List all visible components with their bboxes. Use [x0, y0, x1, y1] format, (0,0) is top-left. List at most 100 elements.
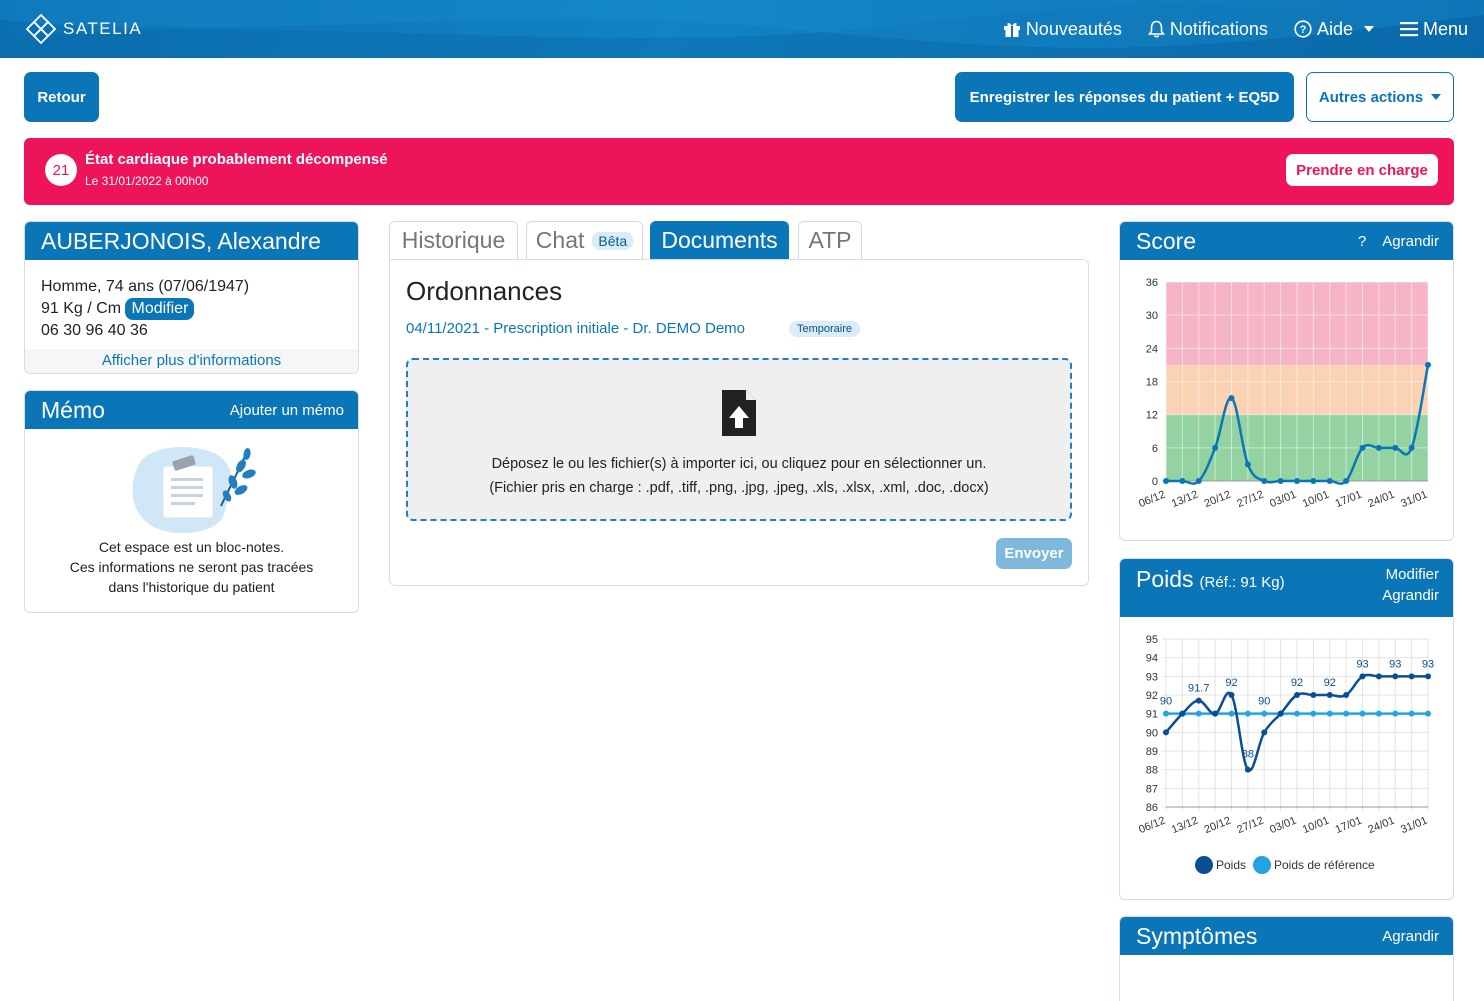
weight-title: Poids — [1136, 566, 1194, 592]
x-tick-label: 13/12 — [1170, 815, 1200, 836]
y-tick-label: 86 — [1146, 802, 1158, 814]
reference-weight-point — [1244, 710, 1251, 717]
weight-point — [1408, 673, 1415, 680]
weight-point — [1310, 692, 1317, 698]
data-label: 93 — [1356, 658, 1368, 670]
data-label: 91.7 — [1188, 683, 1209, 695]
data-label: 90 — [1160, 696, 1172, 708]
memo-card-header: Mémo Ajouter un mémo — [25, 391, 358, 429]
dropzone-instructions: Déposez le ou les fichier(s) à importer … — [491, 456, 987, 472]
score-point — [1392, 444, 1399, 451]
score-point — [1326, 478, 1333, 484]
x-tick-label: 24/01 — [1366, 489, 1396, 510]
file-dropzone[interactable]: Déposez le ou les fichier(s) à importer … — [406, 358, 1072, 521]
menu-icon — [1399, 22, 1418, 37]
data-label: 93 — [1389, 658, 1401, 670]
patient-identity: Homme, 74 ans (07/06/1947) — [41, 278, 250, 295]
x-tick-label: 06/12 — [1137, 815, 1167, 836]
back-button[interactable]: Retour — [24, 72, 99, 122]
modify-measures-button[interactable]: Modifier — [125, 298, 195, 320]
documents-panel: Ordonnances 04/11/2021 - Prescription in… — [389, 259, 1089, 586]
dropzone-file-types: (Fichier pris en charge : .pdf, .tiff, .… — [489, 480, 989, 496]
take-charge-button[interactable]: Prendre en charge — [1286, 154, 1438, 186]
score-card: Score ? Agrandir 0 6 12 18 24 30 36 06/12 13/12 2… — [1119, 221, 1454, 541]
x-tick-label: 20/12 — [1203, 489, 1233, 510]
patient-weight-height: 91 Kg / Cm — [41, 300, 122, 317]
satelia-logo-icon — [25, 13, 57, 45]
weight-point — [1163, 729, 1169, 736]
y-tick-label: 18 — [1146, 377, 1158, 389]
show-more-info-link[interactable]: Afficher plus d'informations — [25, 349, 358, 373]
nav-nouveautes[interactable]: Nouveautés — [1003, 19, 1122, 40]
gift-icon — [1003, 22, 1020, 37]
weight-expand-button[interactable]: Agrandir — [1382, 587, 1439, 604]
documents-title: Ordonnances — [406, 276, 563, 306]
y-tick-label: 95 — [1146, 634, 1158, 646]
brand-name: SATELIA — [63, 19, 143, 38]
file-upload-icon — [722, 390, 756, 436]
chevron-down-icon — [1431, 94, 1442, 100]
weight-modify-button[interactable]: Modifier — [1386, 566, 1439, 583]
weight-point — [1228, 692, 1235, 698]
tab-atp[interactable]: ATP — [798, 221, 862, 259]
temporary-badge: Temporaire — [789, 321, 861, 337]
symptoms-expand-button[interactable]: Agrandir — [1382, 928, 1439, 945]
bell-icon — [1147, 20, 1165, 38]
memo-text-line: Ces informations ne seront pas tracées — [69, 559, 314, 575]
score-chart: 0 6 12 18 24 30 36 06/12 13/12 20/12 27/12 03/01 10/… — [1137, 277, 1431, 510]
add-memo-button[interactable]: Ajouter un mémo — [230, 402, 344, 419]
weight-point — [1392, 673, 1399, 680]
nav-menu[interactable]: Menu — [1399, 19, 1468, 40]
brand-logo[interactable]: SATELIA — [24, 12, 142, 46]
weight-card: Poids (Réf.: 91 Kg) Modifier Agrandir 86… — [1119, 558, 1454, 900]
score-help-button[interactable]: ? — [1358, 233, 1366, 250]
y-tick-label: 36 — [1146, 277, 1158, 289]
score-expand-button[interactable]: Agrandir — [1382, 233, 1439, 250]
score-point — [1163, 478, 1169, 484]
score-point — [1244, 461, 1251, 468]
tab-historique[interactable]: Historique — [389, 221, 518, 259]
weight-point — [1277, 710, 1284, 717]
weight-reference: (Réf.: 91 Kg) — [1199, 574, 1285, 591]
send-button[interactable]: Envoyer — [996, 538, 1072, 569]
y-tick-label: 92 — [1146, 690, 1158, 702]
x-tick-label: 17/01 — [1334, 489, 1364, 510]
weight-chart: 868788899091929394959091.7 92889092 9293 93… — [1137, 634, 1434, 874]
nav-notifications[interactable]: Notifications — [1147, 19, 1268, 40]
nav-aide[interactable]: ? Aide — [1294, 19, 1374, 40]
score-point — [1212, 444, 1219, 451]
patient-measures: 91 Kg / Cm Modifier — [41, 298, 342, 320]
x-tick-label: 20/12 — [1203, 815, 1233, 836]
symptoms-chart: 6 janv.10 janv.13 janv.17 janv.20 janv.2… — [1120, 955, 1453, 1001]
score-point — [1310, 478, 1317, 484]
y-tick-label: 30 — [1146, 310, 1158, 322]
weight-point — [1244, 766, 1251, 773]
legend-marker — [1195, 856, 1213, 874]
prescription-link[interactable]: 04/11/2021 - Prescription initiale - Dr.… — [406, 320, 745, 337]
x-tick-label: 06/12 — [1137, 489, 1167, 510]
reference-weight-point — [1392, 710, 1399, 717]
legend-label: Poids de référence — [1274, 858, 1375, 872]
x-tick-label: 10/01 — [1301, 489, 1331, 510]
tab-documents[interactable]: Documents — [650, 221, 789, 259]
score-point — [1343, 478, 1350, 484]
weight-card-header: Poids (Réf.: 91 Kg) Modifier Agrandir — [1120, 559, 1453, 617]
reference-weight-point — [1359, 710, 1366, 717]
score-point — [1408, 444, 1415, 451]
memo-card: Mémo Ajouter un mémo Cet espace est un b… — [24, 390, 359, 613]
y-tick-label: 0 — [1152, 476, 1158, 488]
x-tick-label: 03/01 — [1268, 815, 1298, 836]
legend-label: Poids — [1216, 858, 1246, 872]
x-tick-label: 31/01 — [1399, 489, 1429, 510]
symptoms-title: Symptômes — [1136, 922, 1258, 949]
reference-weight-point — [1195, 710, 1202, 717]
alert-title: État cardiaque probablement décompensé — [85, 151, 388, 168]
save-patient-answers-button[interactable]: Enregistrer les réponses du patient + EQ… — [955, 72, 1294, 122]
weight-point — [1326, 692, 1333, 698]
score-point — [1294, 478, 1300, 484]
tab-chat[interactable]: Chat Bêta — [526, 221, 643, 259]
other-actions-dropdown[interactable]: Autres actions — [1306, 72, 1454, 122]
weight-point — [1212, 710, 1219, 717]
score-point — [1359, 444, 1366, 451]
patient-card-header: AUBERJONOIS, Alexandre — [25, 222, 358, 260]
